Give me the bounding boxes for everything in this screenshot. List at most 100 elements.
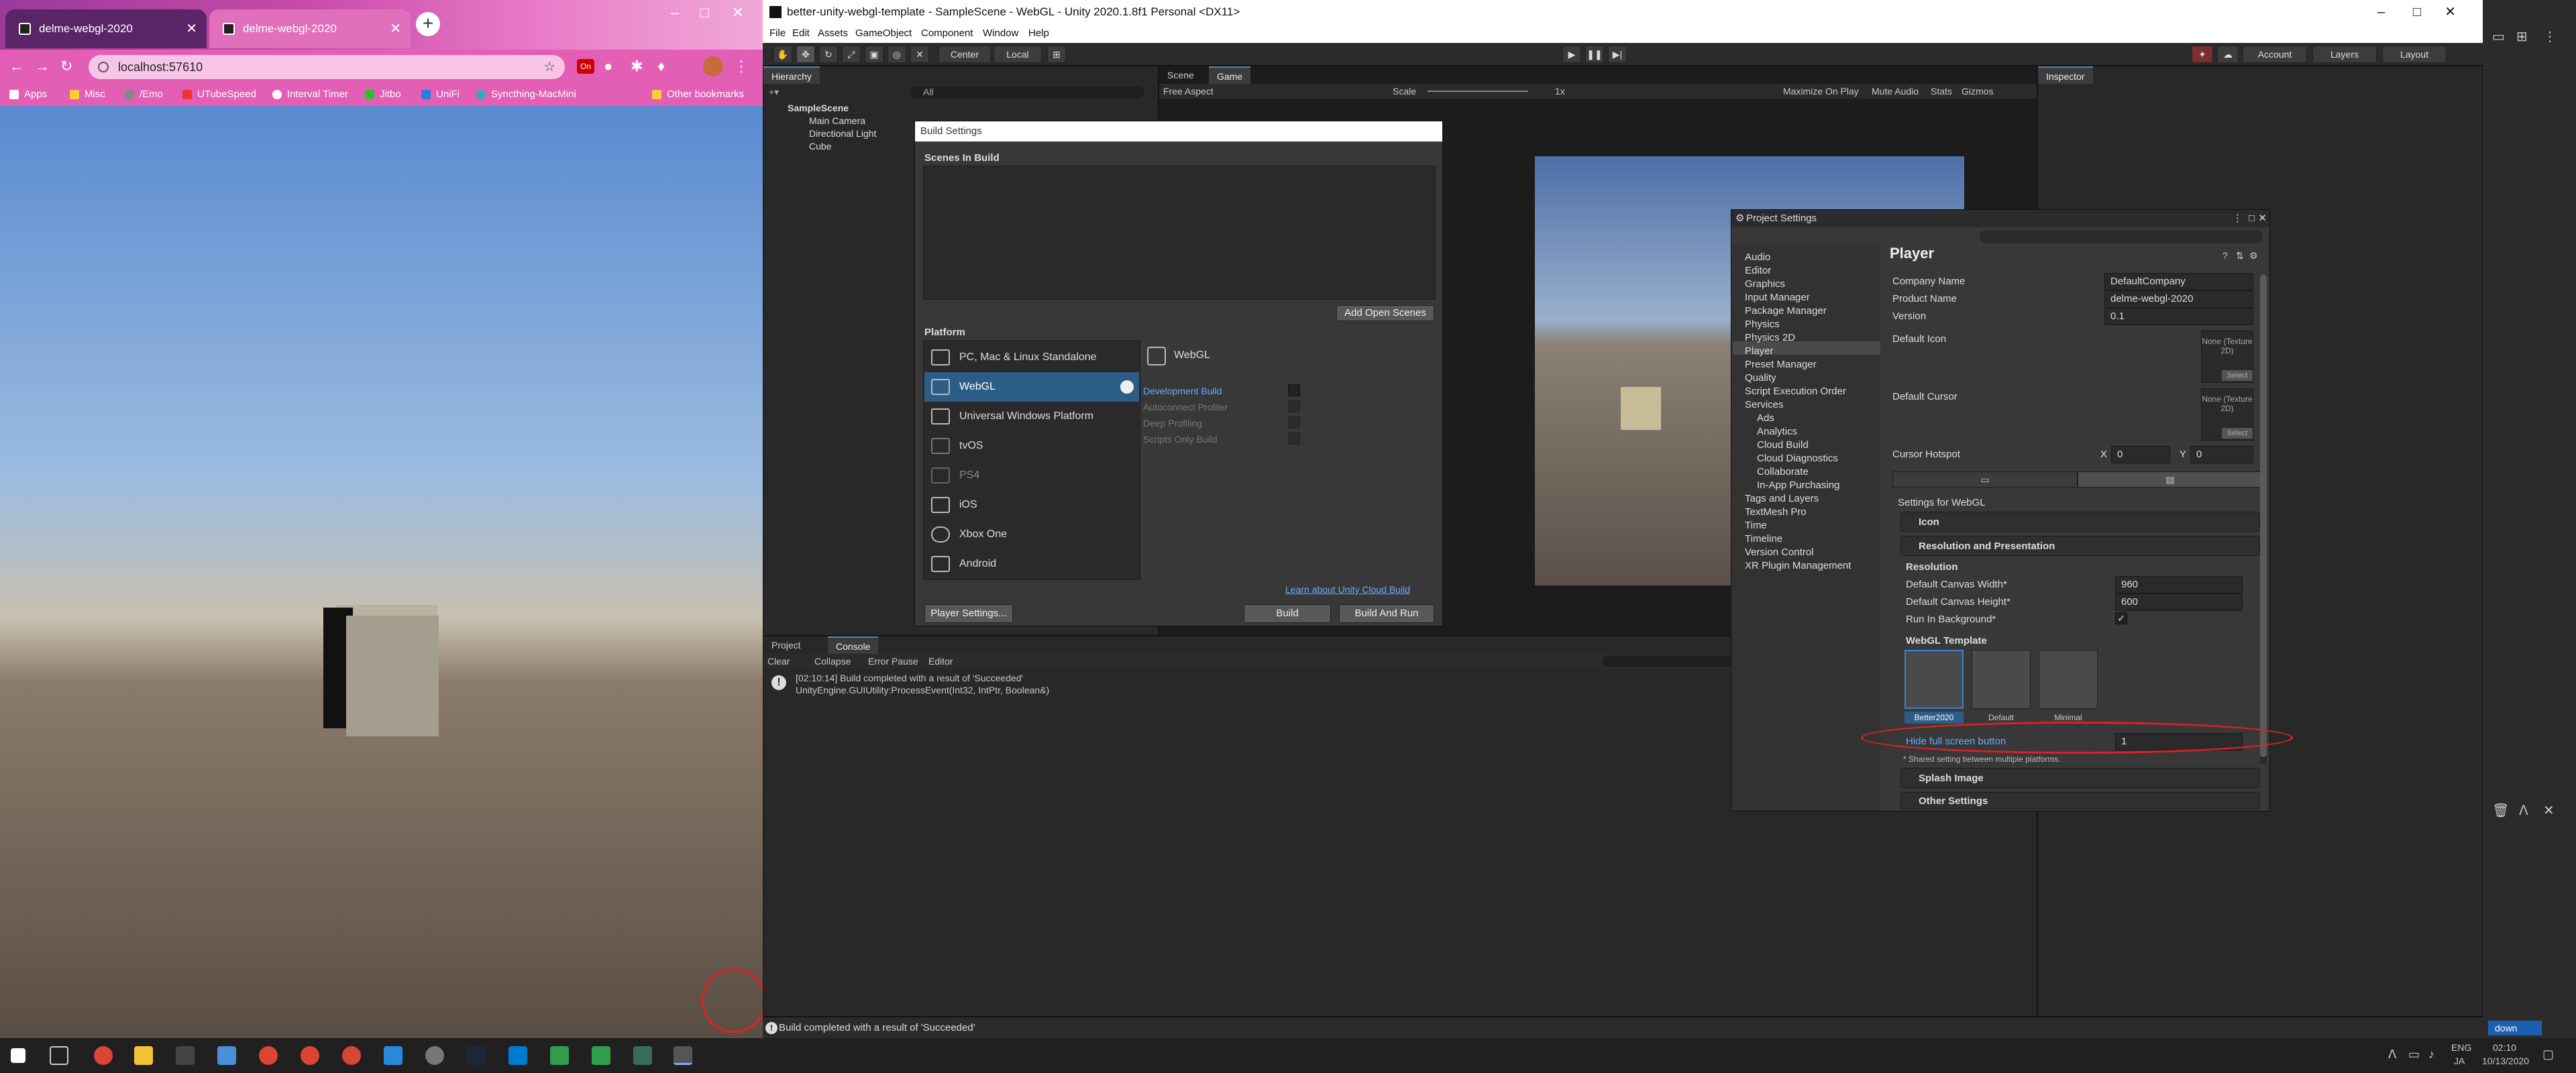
collab-icon[interactable]: ✦	[2192, 46, 2213, 63]
bookmark-utubespeed[interactable]: UTubeSpeed	[182, 83, 256, 106]
template-minimal[interactable]	[2039, 650, 2098, 709]
settings-nav-item[interactable]: Services	[1745, 399, 1784, 410]
settings-nav-item[interactable]: Timeline	[1745, 533, 1782, 545]
mute-audio-toggle[interactable]: Mute Audio	[1872, 84, 1919, 99]
search-input[interactable]: All	[910, 87, 1144, 99]
settings-nav-item[interactable]: Player	[1745, 345, 1774, 357]
tab-game[interactable]: Game	[1209, 66, 1251, 84]
autoconnect-profiler-checkbox[interactable]	[1288, 400, 1300, 412]
extension-icon[interactable]: ●	[604, 58, 612, 75]
platform-uwp[interactable]: Universal Windows Platform	[924, 402, 1139, 431]
close-tab-icon[interactable]: ✕	[186, 9, 197, 48]
platform-xbox[interactable]: Xbox One	[924, 520, 1139, 549]
settings-nav-item[interactable]: Editor	[1745, 265, 1771, 276]
avatar[interactable]	[703, 56, 723, 76]
network-icon[interactable]: ▭	[2408, 1048, 2420, 1062]
bookmark-star-icon[interactable]: ☆	[543, 55, 555, 79]
add-open-scenes-button[interactable]: Add Open Scenes	[1336, 305, 1434, 321]
vscode-icon[interactable]	[508, 1046, 527, 1065]
bookmark-other[interactable]: Other bookmarks	[652, 83, 744, 106]
task-view-icon[interactable]	[50, 1046, 68, 1065]
preset-icon[interactable]: ⇅	[2236, 250, 2244, 262]
settings-icon[interactable]	[425, 1046, 444, 1065]
more-icon[interactable]: ⋮	[734, 58, 749, 75]
log-trace[interactable]: UnityEngine.GUIUtility:ProcessEvent(Int3…	[796, 685, 1049, 695]
canvas-width-field[interactable]: 960	[2115, 576, 2243, 594]
grid-icon[interactable]: ⊞	[2516, 28, 2528, 45]
webgl-viewport[interactable]	[0, 106, 763, 1038]
tab-project[interactable]: Project	[763, 636, 809, 654]
more-icon[interactable]: ⋮	[2543, 28, 2557, 45]
chevron-icon[interactable]: ᐱ	[2519, 802, 2528, 819]
scripts-only-checkbox[interactable]	[1288, 433, 1300, 445]
chrome-icon[interactable]	[342, 1046, 361, 1065]
other-settings-section[interactable]: Other Settings	[1900, 792, 2260, 809]
extension-badge[interactable]: On	[577, 59, 594, 74]
editor-dropdown[interactable]: Editor	[928, 654, 953, 669]
stats-toggle[interactable]: Stats	[1931, 84, 1952, 99]
tray-chevron-icon[interactable]: ᐱ	[2388, 1048, 2396, 1062]
notification-badge[interactable]: down	[2488, 1021, 2542, 1035]
settings-search-input[interactable]	[1980, 230, 2263, 243]
maximize-icon[interactable]: □	[691, 4, 718, 21]
transform-tool-icon[interactable]: ◎	[888, 46, 906, 63]
scrollbar[interactable]	[2260, 274, 2267, 764]
platform-standalone[interactable]: PC, Mac & Linux Standalone	[924, 343, 1139, 372]
product-name-field[interactable]: delme-webgl-2020	[2104, 290, 2253, 308]
bookmark-interval-timer[interactable]: Interval Timer	[272, 83, 348, 106]
default-cursor-slot[interactable]: None (Texture 2D) Select	[2201, 388, 2253, 441]
settings-nav-item[interactable]: Preset Manager	[1745, 359, 1817, 370]
hotspot-y-field[interactable]: 0	[2190, 446, 2253, 463]
player-settings-button[interactable]: Player Settings...	[924, 604, 1013, 623]
puzzle-icon[interactable]: ✱	[631, 58, 643, 75]
platform-webgl[interactable]: WebGL	[924, 372, 1139, 402]
settings-nav-item[interactable]: Cloud Build	[1757, 439, 1809, 451]
cloud-icon[interactable]: ☁	[2217, 46, 2239, 63]
minimize-icon[interactable]: –	[2377, 0, 2385, 24]
run-in-background-checkbox[interactable]: ✓	[2115, 612, 2127, 624]
menu-help[interactable]: Help	[1028, 24, 1049, 43]
bookmark-jitbo[interactable]: Jitbo	[365, 83, 401, 106]
canvas-height-field[interactable]: 600	[2115, 594, 2243, 611]
platform-android[interactable]: Android	[924, 549, 1139, 579]
close-icon[interactable]: ✕	[2258, 210, 2267, 227]
platform-tvos[interactable]: tvOS	[924, 431, 1139, 461]
add-icon[interactable]: +▾	[769, 87, 779, 98]
language-primary[interactable]: ENG	[2451, 1042, 2471, 1053]
platform-tab-webgl[interactable]: ▤	[2078, 471, 2263, 488]
settings-nav-item[interactable]: Collaborate	[1757, 466, 1809, 477]
menu-component[interactable]: Component	[921, 24, 973, 43]
settings-nav-item[interactable]: In-App Purchasing	[1757, 479, 1839, 491]
bookmark-unifi[interactable]: UniFi	[421, 83, 460, 106]
new-tab-button[interactable]: +	[416, 12, 440, 36]
select-button[interactable]: Select	[2222, 370, 2253, 381]
minimize-icon[interactable]: –	[661, 4, 688, 21]
move-tool-icon[interactable]: ✥	[796, 46, 815, 63]
settings-nav-item[interactable]: Tags and Layers	[1745, 493, 1819, 504]
rotate-tool-icon[interactable]: ↻	[819, 46, 838, 63]
tab-console[interactable]: Console	[828, 636, 879, 654]
settings-nav-item[interactable]: Input Manager	[1745, 292, 1810, 303]
aspect-dropdown[interactable]: Free Aspect	[1163, 84, 1214, 99]
chrome-icon[interactable]	[94, 1046, 113, 1065]
snap-icon[interactable]: ⊞	[1047, 46, 1066, 63]
select-button[interactable]: Select	[2222, 428, 2253, 439]
menu-window[interactable]: Window	[983, 24, 1018, 43]
platform-ps4[interactable]: PS4	[924, 461, 1139, 490]
terminal-icon[interactable]	[633, 1046, 652, 1065]
platform-ios[interactable]: iOS	[924, 490, 1139, 520]
help-icon[interactable]: ?	[2222, 250, 2228, 261]
menu-edit[interactable]: Edit	[792, 24, 810, 43]
scale-tool-icon[interactable]: ⤢	[842, 46, 861, 63]
maximize-icon[interactable]: □	[2413, 0, 2421, 24]
maximize-on-play-toggle[interactable]: Maximize On Play	[1783, 84, 1859, 99]
language-secondary[interactable]: JA	[2454, 1056, 2465, 1066]
bookmark-emo[interactable]: /Emo	[125, 83, 163, 106]
menu-file[interactable]: File	[769, 24, 786, 43]
layout-dropdown[interactable]: Layout	[2382, 46, 2447, 63]
settings-nav-item[interactable]: XR Plugin Management	[1745, 560, 1851, 571]
layers-dropdown[interactable]: Layers	[2312, 46, 2377, 63]
settings-nav-item[interactable]: Physics 2D	[1745, 332, 1795, 343]
splash-section[interactable]: Splash Image	[1900, 768, 2260, 788]
close-window-icon[interactable]: ✕	[724, 4, 751, 21]
